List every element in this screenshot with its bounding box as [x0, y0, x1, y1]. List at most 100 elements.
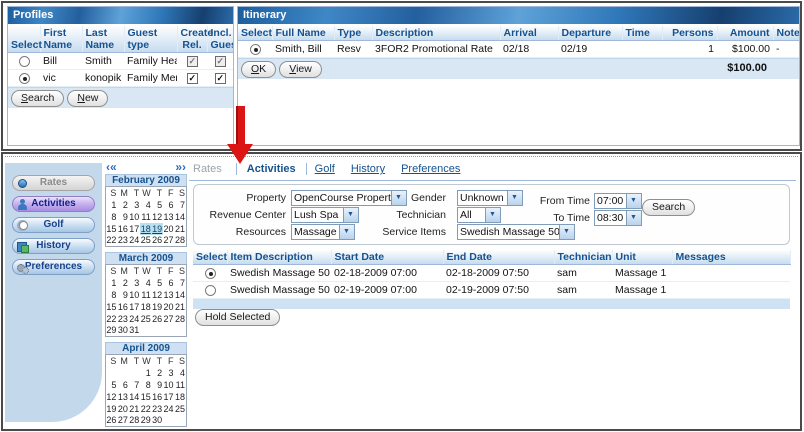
calendar-day[interactable]: 12 — [152, 211, 163, 223]
calendar-day[interactable]: 11 — [140, 211, 151, 223]
profiles-row-radio[interactable] — [19, 73, 30, 84]
calendar-day[interactable]: 1 — [106, 199, 118, 211]
calendar-day[interactable]: 25 — [175, 403, 187, 415]
calendar-day[interactable]: 7 — [129, 379, 140, 391]
calendar-day[interactable]: 12 — [152, 289, 163, 301]
calendar-day[interactable]: 7 — [175, 277, 187, 289]
results-row-radio[interactable] — [205, 268, 216, 279]
calendar-day[interactable]: 9 — [117, 211, 128, 223]
calendar-prev-icon[interactable]: ‹« — [106, 162, 117, 173]
calendar-day[interactable]: 28 — [175, 235, 187, 247]
calendar-day[interactable]: 15 — [106, 301, 118, 313]
calendar-day[interactable]: 19 — [152, 301, 163, 313]
calendar-day[interactable]: 17 — [129, 301, 140, 313]
dropdown-arrow-icon[interactable] — [626, 211, 641, 225]
calendar-day[interactable]: 24 — [129, 235, 140, 247]
calendar-day[interactable]: 17 — [163, 391, 174, 403]
calendar-day[interactable]: 20 — [163, 223, 174, 235]
calendar-day[interactable]: 16 — [152, 391, 163, 403]
calendar-day[interactable]: 30 — [117, 325, 128, 337]
calendar-day[interactable]: 30 — [152, 415, 163, 427]
tab-preferences[interactable]: Preferences — [401, 163, 460, 175]
calendar-day[interactable]: 16 — [117, 223, 128, 235]
calendar-day[interactable]: 15 — [106, 223, 118, 235]
calendar-day[interactable]: 17 — [129, 223, 140, 235]
revenue-center-select[interactable]: Lush Spa — [291, 207, 359, 223]
calendar-day[interactable]: 15 — [140, 391, 151, 403]
dropdown-arrow-icon[interactable] — [485, 208, 500, 222]
calendar-day[interactable]: 5 — [152, 277, 163, 289]
calendar-day[interactable]: 8 — [140, 379, 151, 391]
calendar-day[interactable]: 3 — [129, 199, 140, 211]
calendar-day[interactable]: 11 — [140, 289, 151, 301]
tab-golf[interactable]: Golf — [315, 163, 335, 175]
calendar-day[interactable]: 24 — [129, 313, 140, 325]
calendar-day[interactable]: 28 — [129, 415, 140, 427]
calendar-day[interactable]: 21 — [129, 403, 140, 415]
calendar-day[interactable]: 4 — [175, 367, 187, 379]
calendar-day[interactable]: 25 — [140, 235, 151, 247]
calendar-day[interactable]: 13 — [163, 211, 174, 223]
gender-select[interactable]: Unknown — [457, 190, 523, 206]
calendar-day[interactable]: 22 — [106, 313, 118, 325]
calendar-day[interactable]: 2 — [152, 367, 163, 379]
results-row-radio[interactable] — [205, 285, 216, 296]
calendar-day[interactable]: 6 — [163, 199, 174, 211]
create-rel-checkbox[interactable] — [187, 73, 198, 84]
service-items-select[interactable]: Swedish Massage 50 — [457, 224, 575, 240]
dropdown-arrow-icon[interactable] — [339, 225, 354, 239]
calendar-day[interactable]: 21 — [175, 223, 187, 235]
calendar-day[interactable]: 10 — [163, 379, 174, 391]
ok-button[interactable]: OK — [241, 61, 276, 78]
calendar-day[interactable]: 27 — [163, 235, 174, 247]
calendar-day[interactable]: 19 — [152, 223, 163, 235]
sidebar-item-golf[interactable]: Golf — [12, 217, 95, 233]
calendar-day[interactable]: 26 — [152, 235, 163, 247]
calendar-day[interactable]: 10 — [129, 289, 140, 301]
calendar-day[interactable]: 29 — [106, 325, 118, 337]
resources-select[interactable]: Massage — [291, 224, 355, 240]
to-time-select[interactable]: 08:30 — [594, 210, 642, 226]
calendar-day[interactable]: 24 — [163, 403, 174, 415]
sidebar-item-preferences[interactable]: Preferences — [12, 259, 95, 275]
calendar-day[interactable]: 18 — [140, 301, 151, 313]
calendar-day[interactable]: 12 — [106, 391, 118, 403]
calendar-day[interactable]: 27 — [163, 313, 174, 325]
calendar-next-icon[interactable]: »› — [175, 162, 186, 173]
technician-select[interactable]: All — [457, 207, 501, 223]
calendar-day[interactable]: 20 — [117, 403, 128, 415]
calendar-day[interactable]: 16 — [117, 301, 128, 313]
calendar-day[interactable]: 11 — [175, 379, 187, 391]
calendar-day[interactable]: 9 — [152, 379, 163, 391]
calendar-day[interactable]: 1 — [106, 277, 118, 289]
calendar-day[interactable]: 6 — [163, 277, 174, 289]
new-button[interactable]: New — [67, 90, 108, 107]
calendar-day[interactable]: 4 — [140, 199, 151, 211]
calendar-day[interactable]: 21 — [175, 301, 187, 313]
calendar-day[interactable]: 3 — [163, 367, 174, 379]
search-button[interactable]: Search — [11, 90, 64, 107]
calendar-day[interactable]: 23 — [152, 403, 163, 415]
calendar-day[interactable]: 13 — [163, 289, 174, 301]
calendar-day[interactable]: 26 — [152, 313, 163, 325]
dropdown-arrow-icon[interactable] — [559, 225, 574, 239]
calendar-day[interactable]: 6 — [117, 379, 128, 391]
calendar-day[interactable]: 22 — [140, 403, 151, 415]
calendar-day[interactable]: 14 — [175, 289, 187, 301]
calendar-day[interactable]: 23 — [117, 235, 128, 247]
sidebar-item-activities[interactable]: Activities — [12, 196, 95, 212]
dropdown-arrow-icon[interactable] — [626, 194, 641, 208]
calendar-day[interactable]: 2 — [117, 277, 128, 289]
calendar-day[interactable]: 18 — [175, 391, 187, 403]
incl-guest-checkbox[interactable] — [215, 73, 226, 84]
calendar-day[interactable]: 10 — [129, 211, 140, 223]
calendar-day[interactable]: 8 — [106, 211, 118, 223]
calendar-day[interactable]: 14 — [175, 211, 187, 223]
sidebar-item-history[interactable]: History — [12, 238, 95, 254]
itinerary-row-radio[interactable] — [250, 44, 261, 55]
view-button[interactable]: View — [279, 61, 322, 78]
calendar-day[interactable]: 3 — [129, 277, 140, 289]
profiles-row-radio[interactable] — [19, 56, 30, 67]
calendar-day[interactable]: 20 — [163, 301, 174, 313]
calendar-day[interactable]: 23 — [117, 313, 128, 325]
